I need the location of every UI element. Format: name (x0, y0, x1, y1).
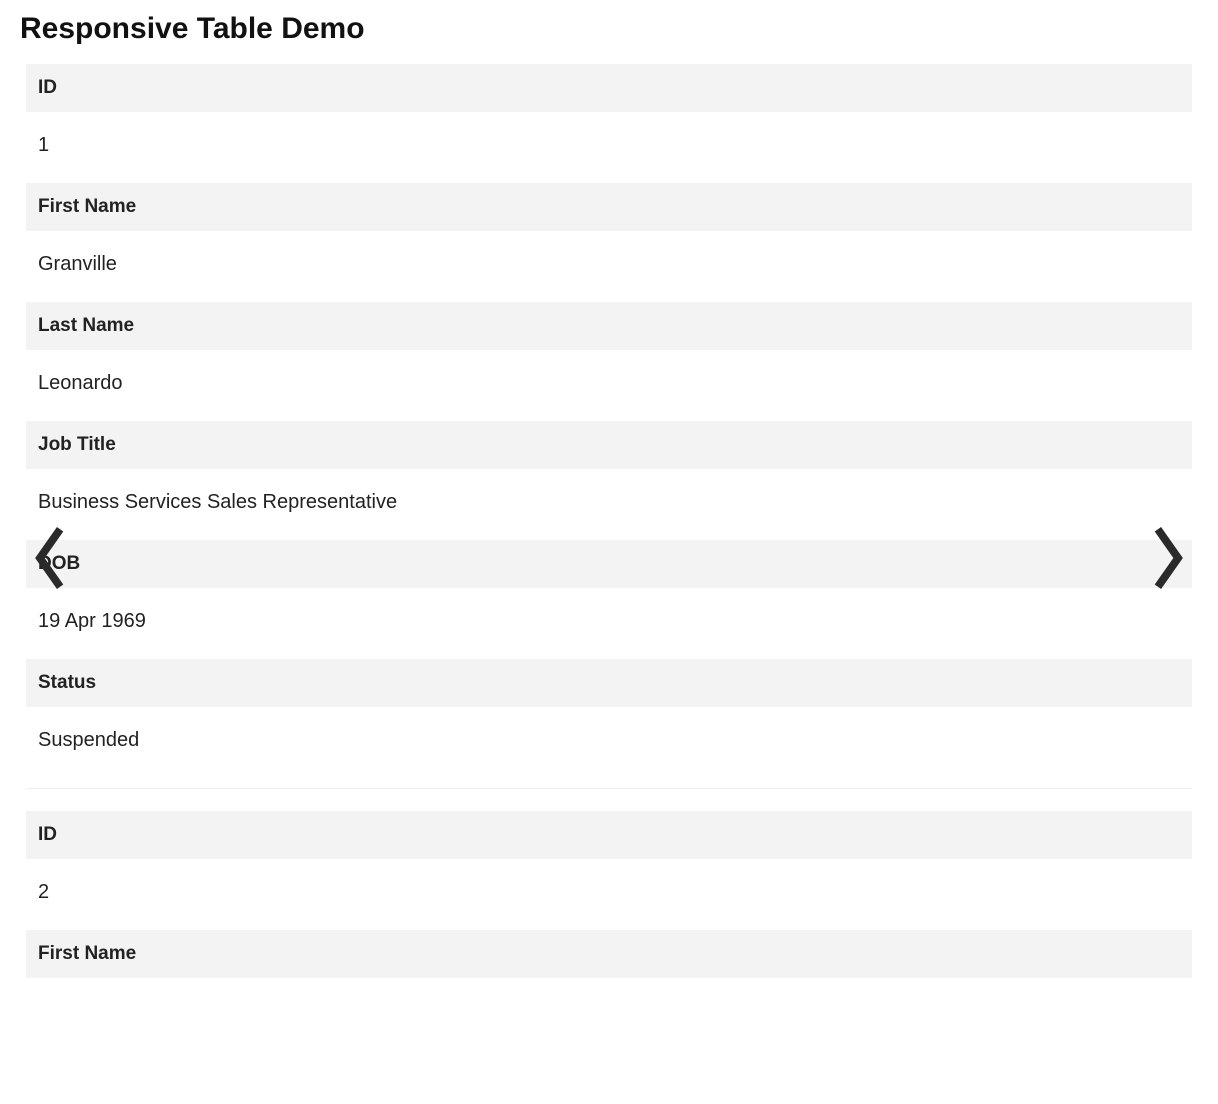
field-label-id: ID (26, 64, 1192, 112)
field-value-id: 1 (26, 112, 1192, 183)
field-value-last-name: Leonardo (26, 350, 1192, 421)
field-value-id: 2 (26, 859, 1192, 930)
prev-button[interactable] (20, 520, 80, 600)
field-value-dob: 19 Apr 1969 (26, 588, 1192, 659)
field-label-job-title: Job Title (26, 421, 1192, 469)
field-label-id: ID (26, 811, 1192, 859)
record: ID 1 First Name Granville Last Name Leon… (26, 64, 1192, 789)
page-title: Responsive Table Demo (20, 12, 1198, 46)
next-button[interactable] (1138, 520, 1198, 600)
field-value-job-title: Business Services Sales Representative (26, 469, 1192, 540)
field-value-first-name: Granville (26, 231, 1192, 302)
field-label-status: Status (26, 659, 1192, 707)
field-label-last-name: Last Name (26, 302, 1192, 350)
record: ID 2 First Name (26, 811, 1192, 988)
field-value-status: Suspended (26, 707, 1192, 778)
records-container: ID 1 First Name Granville Last Name Leon… (20, 64, 1198, 988)
field-label-dob: DOB (26, 540, 1192, 588)
chevron-right-icon (1148, 523, 1188, 598)
field-label-first-name: First Name (26, 183, 1192, 231)
chevron-left-icon (30, 523, 70, 598)
field-label-first-name: First Name (26, 930, 1192, 978)
